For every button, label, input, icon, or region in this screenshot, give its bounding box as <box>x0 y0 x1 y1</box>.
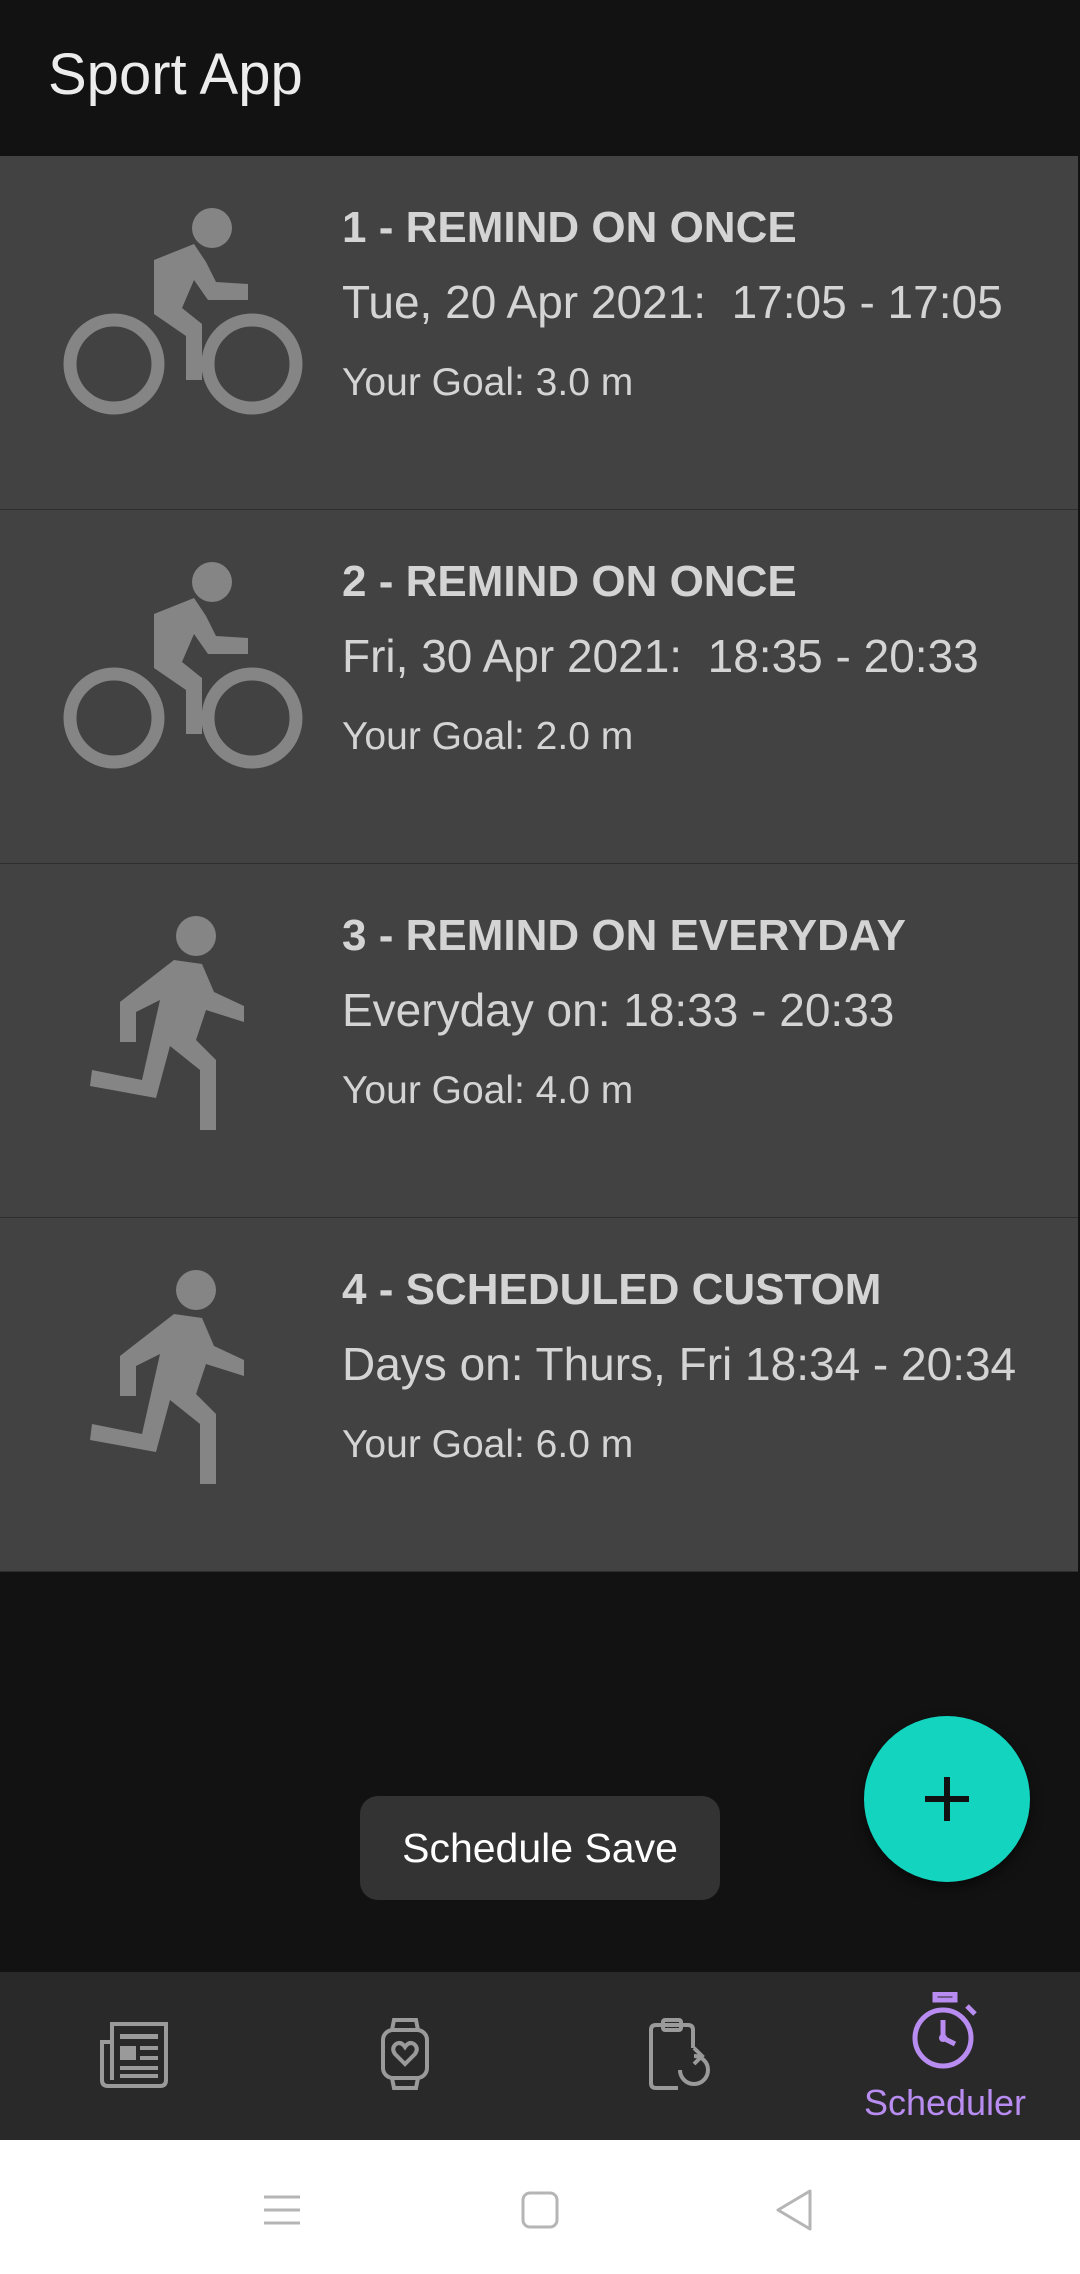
nav-item-activity[interactable] <box>540 1972 810 2140</box>
bike-icon <box>56 558 312 814</box>
nav-item-watch[interactable] <box>270 1972 540 2140</box>
schedule-list: 1 - REMIND ON ONCE Tue, 20 Apr 2021: 17:… <box>0 156 1080 1572</box>
run-icon <box>56 912 312 1168</box>
toast-message: Schedule Save <box>360 1796 720 1900</box>
app-bar: Sport App <box>0 0 1080 156</box>
news-icon <box>100 2022 168 2088</box>
nav-item-news[interactable] <box>0 1972 270 2140</box>
run-icon <box>56 1266 312 1522</box>
schedule-title: 4 - SCHEDULED CUSTOM <box>342 1265 882 1314</box>
schedule-time: Everyday on: 18:33 - 20:33 <box>342 984 895 1036</box>
add-schedule-button[interactable] <box>864 1716 1030 1882</box>
schedule-title: 3 - REMIND ON EVERYDAY <box>342 911 906 960</box>
home-icon[interactable] <box>520 2190 560 2230</box>
system-nav-bar <box>0 2140 1080 2274</box>
schedule-goal: Your Goal: 4.0 m <box>342 1069 634 1112</box>
clipboard-refresh-icon <box>649 2018 710 2090</box>
schedule-card[interactable]: 2 - REMIND ON ONCE Fri, 30 Apr 2021: 18:… <box>0 510 1078 864</box>
schedule-time: Tue, 20 Apr 2021: 17:05 - 17:05 <box>342 276 1003 328</box>
schedule-goal: Your Goal: 6.0 m <box>342 1423 634 1466</box>
schedule-time: Days on: Thurs, Fri 18:34 - 20:34 <box>342 1338 1017 1390</box>
nav-item-scheduler[interactable]: Scheduler <box>810 1972 1080 2140</box>
bike-icon <box>56 204 312 460</box>
back-icon[interactable] <box>774 2188 814 2232</box>
timer-icon <box>912 1992 977 2069</box>
menu-icon[interactable] <box>262 2194 302 2226</box>
schedule-title: 2 - REMIND ON ONCE <box>342 557 797 606</box>
watch-heart-icon <box>381 2018 429 2090</box>
schedule-time: Fri, 30 Apr 2021: 18:35 - 20:33 <box>342 630 979 682</box>
schedule-card[interactable]: 4 - SCHEDULED CUSTOM Days on: Thurs, Fri… <box>0 1218 1078 1572</box>
nav-label-scheduler: Scheduler <box>863 2082 1027 2123</box>
app-title: Sport App <box>48 42 303 107</box>
schedule-card[interactable]: 3 - REMIND ON EVERYDAY Everyday on: 18:3… <box>0 864 1078 1218</box>
bottom-nav: Scheduler <box>0 1972 1080 2140</box>
schedule-card[interactable]: 1 - REMIND ON ONCE Tue, 20 Apr 2021: 17:… <box>0 156 1078 510</box>
schedule-goal: Your Goal: 2.0 m <box>342 715 634 758</box>
plus-icon <box>925 1777 969 1821</box>
schedule-title: 1 - REMIND ON ONCE <box>342 203 797 252</box>
schedule-goal: Your Goal: 3.0 m <box>342 361 634 404</box>
